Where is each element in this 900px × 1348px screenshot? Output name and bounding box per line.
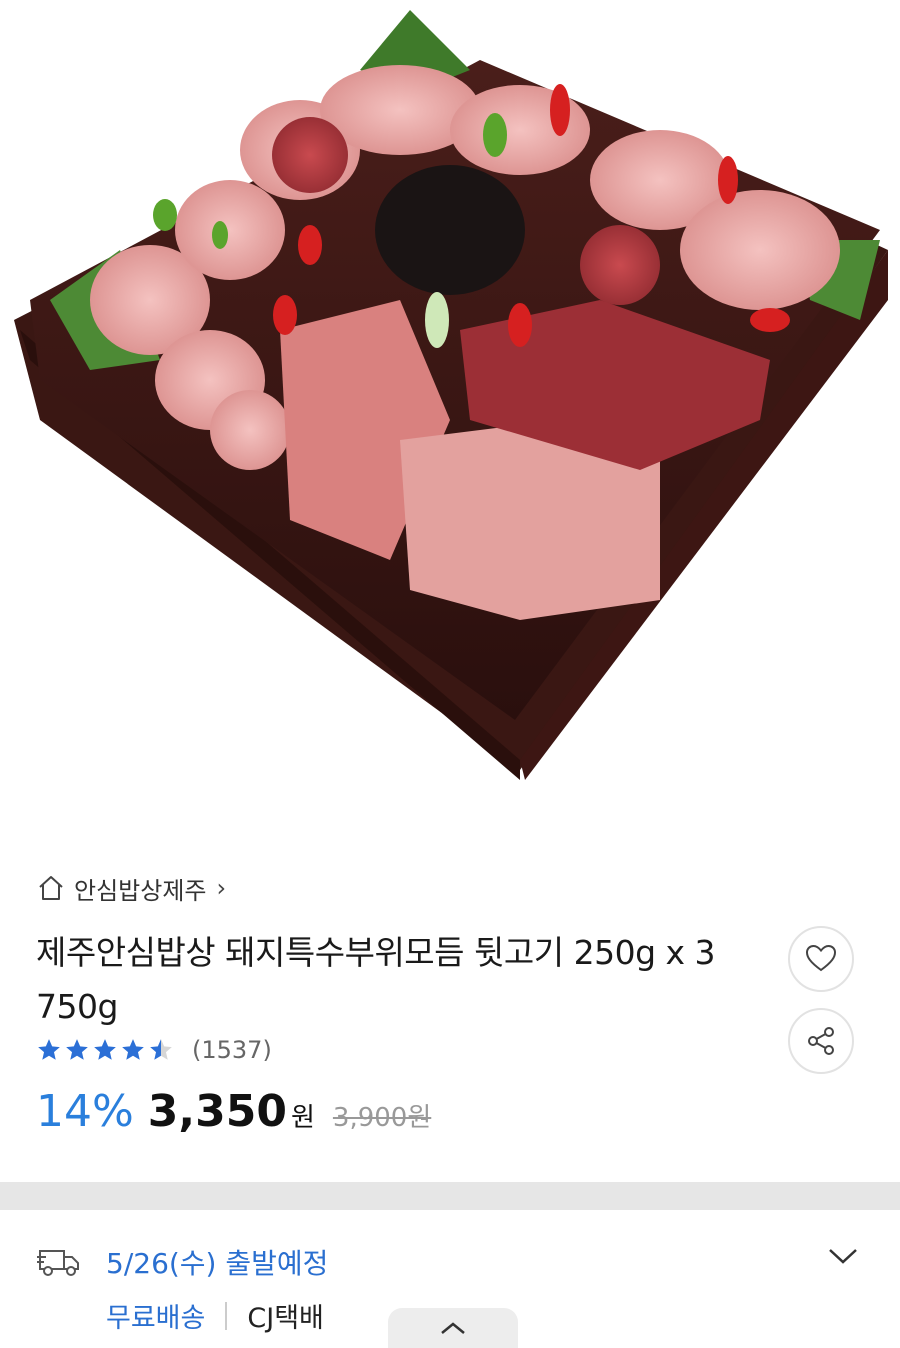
shipping-date: 5/26(수) 출발예정 bbox=[106, 1247, 329, 1280]
star-icon bbox=[94, 1039, 116, 1060]
bottom-sheet-handle[interactable] bbox=[388, 1308, 518, 1348]
store-link[interactable]: 안심밥상제주 › bbox=[36, 872, 227, 905]
star-half-icon bbox=[150, 1039, 172, 1060]
star-rating bbox=[36, 1037, 174, 1063]
discount-rate: 14% bbox=[36, 1086, 134, 1137]
truck-icon bbox=[37, 1250, 79, 1276]
delivery-section[interactable]: 5/26(수) 출발예정 무료배송 CJ택배 bbox=[0, 1210, 900, 1348]
star-icon bbox=[122, 1039, 144, 1060]
shipping-date-row: 5/26(수) 출발예정 bbox=[36, 1242, 328, 1282]
price-row: 14% 3,350 원 3,900원 bbox=[36, 1086, 431, 1146]
original-price: 3,900원 bbox=[332, 1103, 432, 1133]
section-divider bbox=[0, 1182, 900, 1210]
wishlist-button[interactable] bbox=[788, 926, 854, 992]
review-count: (1537) bbox=[192, 1036, 272, 1064]
free-shipping-label: 무료배송 bbox=[106, 1303, 206, 1334]
star-icon bbox=[38, 1039, 60, 1060]
chevron-down-icon[interactable] bbox=[826, 1244, 860, 1268]
star-icon bbox=[66, 1039, 88, 1060]
product-title: 제주안심밥상 돼지특수부위모듬 뒷고기 250g x 3 750g bbox=[36, 933, 716, 1026]
courier-label: CJ택배 bbox=[247, 1303, 324, 1334]
share-button[interactable] bbox=[788, 1008, 854, 1074]
home-icon bbox=[39, 876, 63, 900]
divider bbox=[225, 1301, 228, 1330]
shipping-detail-row: 무료배송 CJ택배 bbox=[106, 1296, 324, 1335]
chevron-up-icon bbox=[441, 1322, 465, 1334]
product-image[interactable] bbox=[0, 0, 900, 842]
share-icon bbox=[808, 1027, 834, 1055]
chevron-right-icon: › bbox=[216, 874, 227, 902]
sale-price: 3,350 bbox=[147, 1086, 287, 1137]
store-name: 안심밥상제주 bbox=[74, 876, 207, 905]
rating-row[interactable]: (1537) bbox=[36, 1032, 272, 1068]
currency-unit: 원 bbox=[290, 1103, 315, 1133]
heart-icon bbox=[805, 944, 837, 972]
meat-platter-illustration bbox=[14, 10, 888, 780]
product-info: 안심밥상제주 › 제주안심밥상 돼지특수부위모듬 뒷고기 250g x 3 75… bbox=[0, 842, 900, 1182]
